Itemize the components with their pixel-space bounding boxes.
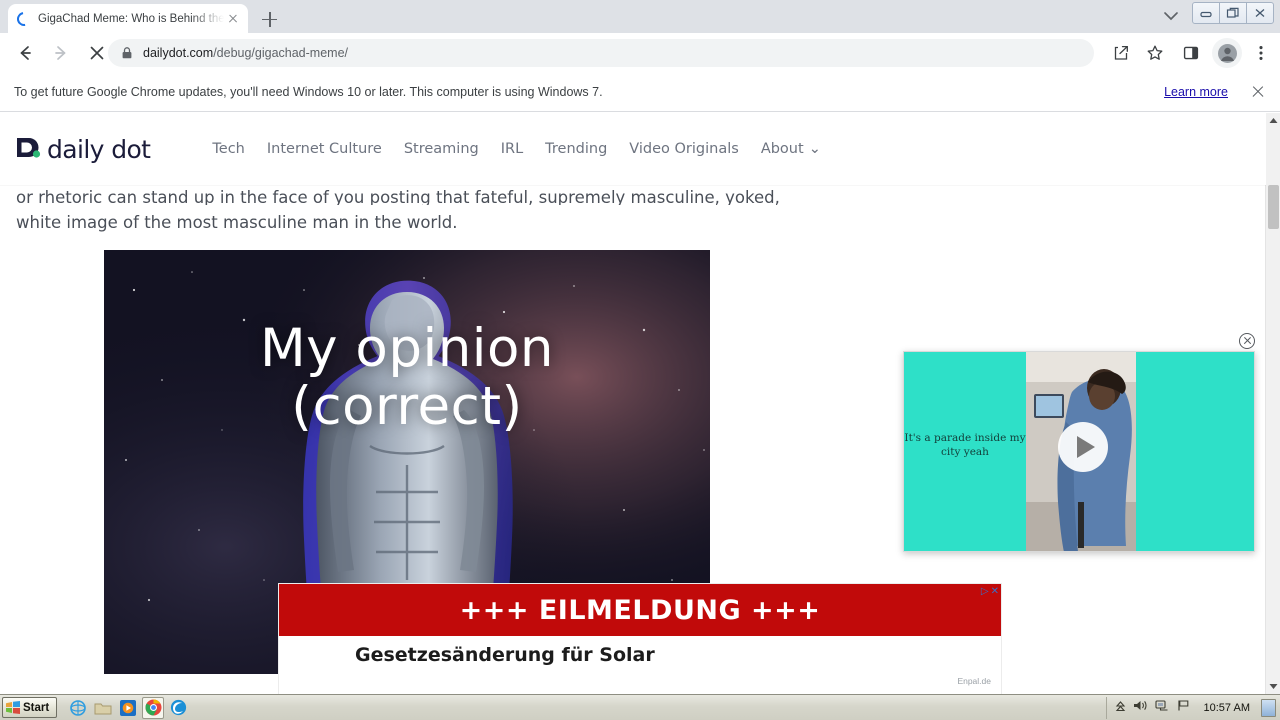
microsoft-edge-icon[interactable]	[167, 697, 189, 719]
infobar-close-icon[interactable]	[1250, 84, 1266, 100]
tab-loading-spinner-icon	[14, 8, 34, 29]
nav-item-irl[interactable]: IRL	[501, 141, 523, 157]
start-button-label: Start	[23, 701, 50, 714]
browser-tab[interactable]: GigaChad Meme: Who is Behind the	[8, 4, 248, 33]
volume-icon[interactable]	[1133, 699, 1148, 717]
banner-subheadline: Gesetzesänderung für Solar	[355, 644, 655, 666]
nav-item-streaming[interactable]: Streaming	[404, 141, 479, 157]
address-bar[interactable]: dailydot.com/debug/gigachad-meme/	[108, 39, 1094, 67]
tab-close-icon[interactable]	[224, 10, 242, 28]
window-controls	[1192, 2, 1274, 24]
chrome-toolbar: dailydot.com/debug/gigachad-meme/	[0, 33, 1280, 72]
adchoices-controls[interactable]: ▷ ✕	[981, 586, 999, 597]
scrollbar-thumb[interactable]	[1268, 185, 1279, 229]
close-button[interactable]	[1246, 2, 1274, 24]
scroll-down-arrow-icon[interactable]	[1266, 679, 1280, 694]
chevron-down-icon: ⌄	[808, 141, 821, 157]
start-button[interactable]: Start	[2, 697, 58, 718]
profile-avatar-icon[interactable]	[1212, 38, 1242, 68]
three-dot-menu-icon[interactable]	[1248, 40, 1274, 66]
url-path: /debug/gigachad-meme/	[213, 46, 348, 60]
meme-caption-line-2: (correct)	[291, 376, 523, 438]
action-center-flag-icon[interactable]	[1177, 699, 1191, 717]
new-tab-button[interactable]	[258, 8, 282, 30]
quick-launch-bar	[67, 696, 189, 719]
tab-title: GigaChad Meme: Who is Behind the	[38, 12, 224, 25]
floating-video-advertisement[interactable]: It's a parade inside my city yeah TikTok…	[903, 351, 1255, 552]
video-ad-play-button[interactable]	[1058, 422, 1108, 472]
minimize-button[interactable]	[1192, 2, 1220, 24]
article-line-1: or rhetoric can stand up in the face of …	[16, 188, 780, 205]
meme-caption: My opinion (correct)	[104, 321, 710, 438]
adchoices-icon[interactable]: ▷	[981, 586, 989, 597]
banner-attribution: Enpal.de	[957, 676, 991, 686]
article-body: or rhetoric can stand up in the face of …	[16, 185, 816, 236]
google-chrome-icon[interactable]	[142, 696, 165, 719]
banner-close-icon[interactable]: ✕	[991, 586, 999, 597]
url-host: dailydot.com	[143, 46, 214, 60]
address-bar-text: dailydot.com/debug/gigachad-meme/	[143, 46, 348, 60]
share-icon[interactable]	[1108, 40, 1134, 66]
banner-headline: +++ EILMELDUNG +++	[459, 594, 821, 626]
browser-window: GigaChad Meme: Who is Behind the dailydo…	[0, 0, 1280, 720]
back-arrow-icon[interactable]	[10, 38, 40, 68]
system-tray: 10:57 AM	[1105, 696, 1280, 719]
bookmark-star-icon[interactable]	[1142, 40, 1168, 66]
nav-item-about[interactable]: About ⌄	[761, 141, 821, 157]
page-scrollbar[interactable]	[1265, 113, 1280, 694]
chrome-tab-strip: GigaChad Meme: Who is Behind the	[0, 0, 1280, 33]
windows-logo-icon	[6, 701, 20, 714]
site-navigation: Tech Internet Culture Streaming IRL Tren…	[212, 141, 820, 157]
forward-arrow-icon[interactable]	[46, 38, 76, 68]
nav-item-about-label: About	[760, 141, 804, 157]
scroll-up-arrow-icon[interactable]	[1266, 113, 1280, 128]
nav-item-trending[interactable]: Trending	[545, 141, 607, 157]
banner-advertisement[interactable]: +++ EILMELDUNG +++ Gesetzesänderung für …	[278, 583, 1002, 694]
file-explorer-icon[interactable]	[92, 697, 114, 719]
site-logo-text: daily dot	[47, 134, 151, 164]
windows-taskbar: Start 10:57 AM	[0, 694, 1280, 720]
internet-explorer-icon[interactable]	[67, 697, 89, 719]
show-desktop-button[interactable]	[1261, 698, 1276, 717]
banner-ad-top: +++ EILMELDUNG +++	[279, 584, 1001, 636]
taskbar-clock[interactable]: 10:57 AM	[1204, 702, 1250, 714]
show-hidden-icons-arrow[interactable]	[1115, 699, 1126, 717]
lock-icon	[120, 46, 134, 60]
site-logo[interactable]: daily dot	[16, 134, 151, 164]
chrome-update-infobar: To get future Google Chrome updates, you…	[0, 72, 1280, 112]
media-player-icon[interactable]	[117, 697, 139, 719]
tab-search-chevron-down-icon[interactable]	[1160, 7, 1182, 25]
video-ad-caption: It's a parade inside my city yeah	[904, 432, 1026, 459]
video-ad-close-icon[interactable]	[1239, 333, 1255, 349]
nav-item-internet-culture[interactable]: Internet Culture	[267, 141, 382, 157]
learn-more-link[interactable]: Learn more	[1164, 85, 1228, 99]
daily-dot-logo-icon	[16, 136, 42, 162]
nav-item-video-originals[interactable]: Video Originals	[629, 141, 739, 157]
meme-caption-line-1: My opinion	[259, 318, 555, 379]
nav-item-tech[interactable]: Tech	[212, 141, 244, 157]
infobar-message: To get future Google Chrome updates, you…	[14, 84, 603, 99]
network-icon[interactable]	[1154, 699, 1170, 717]
site-header: daily dot Tech Internet Culture Streamin…	[0, 113, 1266, 185]
play-icon	[1076, 436, 1095, 458]
side-panel-icon[interactable]	[1178, 40, 1204, 66]
article-line-2: white image of the most masculine man in…	[16, 213, 458, 232]
restore-button[interactable]	[1219, 2, 1247, 24]
